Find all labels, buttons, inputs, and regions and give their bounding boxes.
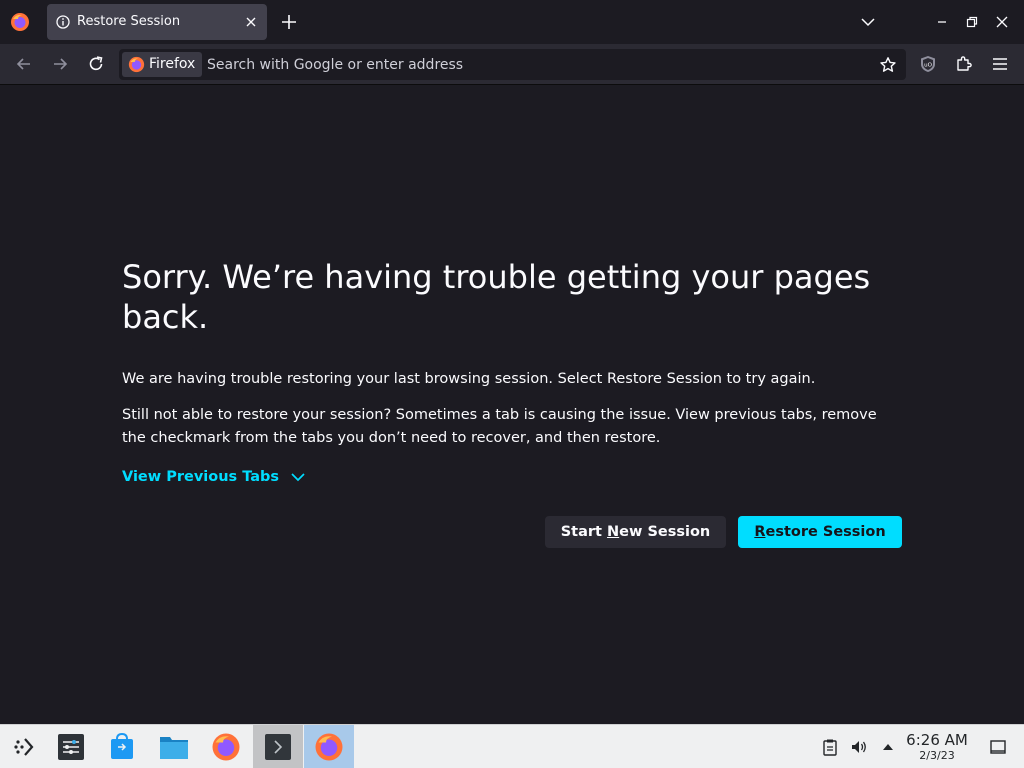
firefox-icon	[212, 733, 240, 761]
system-settings-icon	[58, 734, 84, 760]
bookmark-star-icon[interactable]	[879, 56, 897, 74]
page-content: Sorry. We’re having trouble getting your…	[0, 85, 1024, 724]
firefox-logo-icon[interactable]	[10, 12, 30, 32]
taskbar-firefox-active[interactable]	[304, 725, 354, 768]
forward-arrow-icon[interactable]	[50, 54, 70, 74]
url-bar[interactable]: Firefox	[119, 49, 906, 80]
clock-date[interactable]: 2/3/23	[900, 749, 974, 762]
restore-description: We are having trouble restoring your las…	[122, 371, 816, 387]
tab-strip: Restore Session	[0, 0, 1024, 44]
navigation-toolbar: Firefox uO	[0, 44, 1024, 85]
firefox-icon	[315, 733, 343, 761]
minimize-icon[interactable]	[934, 14, 950, 30]
view-previous-tabs-label: View Previous Tabs	[122, 469, 280, 485]
identity-box[interactable]: Firefox	[122, 52, 202, 77]
restore-help-text: Still not able to restore your session? …	[122, 407, 877, 446]
tab-title: Restore Session	[77, 14, 181, 29]
hamburger-menu-icon[interactable]	[990, 54, 1010, 74]
chevron-down-icon[interactable]	[860, 14, 876, 30]
extensions-puzzle-icon[interactable]	[954, 54, 974, 74]
taskbar-file-manager[interactable]	[149, 725, 199, 768]
discover-store-icon	[111, 733, 133, 759]
show-desktop-icon[interactable]	[989, 738, 1007, 756]
chevron-down-icon	[291, 473, 305, 482]
view-previous-tabs-toggle[interactable]: View Previous Tabs	[122, 468, 307, 486]
firefox-logo-icon	[128, 56, 145, 73]
app-launcher-icon	[14, 738, 34, 756]
new-tab-icon[interactable]	[280, 13, 298, 31]
identity-label: Firefox	[149, 56, 196, 72]
page-title: Sorry. We’re having trouble getting your…	[122, 258, 871, 336]
clipboard-icon[interactable]	[821, 738, 839, 756]
taskbar-discover[interactable]	[97, 725, 147, 768]
taskbar-firefox[interactable]	[201, 725, 251, 768]
app-launcher-button[interactable]	[0, 725, 50, 768]
ublock-origin-icon[interactable]: uO	[918, 54, 938, 74]
restore-session-button[interactable]: Restore Session	[738, 516, 902, 548]
close-tab-icon[interactable]	[243, 14, 259, 30]
info-icon	[56, 15, 70, 29]
back-arrow-icon[interactable]	[14, 54, 34, 74]
taskbar: 6:26 AM 2/3/23	[0, 724, 1024, 768]
taskbar-terminal[interactable]	[253, 725, 303, 768]
volume-icon[interactable]	[850, 738, 868, 756]
address-input[interactable]	[207, 49, 857, 80]
restore-window-icon[interactable]	[964, 14, 980, 30]
file-manager-icon	[160, 737, 188, 759]
tray-expand-arrow-icon[interactable]	[879, 738, 897, 756]
clock-time[interactable]: 6:26 AM	[900, 731, 974, 749]
start-new-session-button[interactable]: Start New Session	[545, 516, 726, 548]
taskbar-system-settings[interactable]	[46, 725, 96, 768]
close-window-icon[interactable]	[994, 14, 1010, 30]
tab-restore-session[interactable]: Restore Session	[47, 4, 267, 40]
svg-text:uO: uO	[924, 63, 932, 69]
reload-icon[interactable]	[86, 54, 106, 74]
terminal-icon	[265, 734, 291, 760]
